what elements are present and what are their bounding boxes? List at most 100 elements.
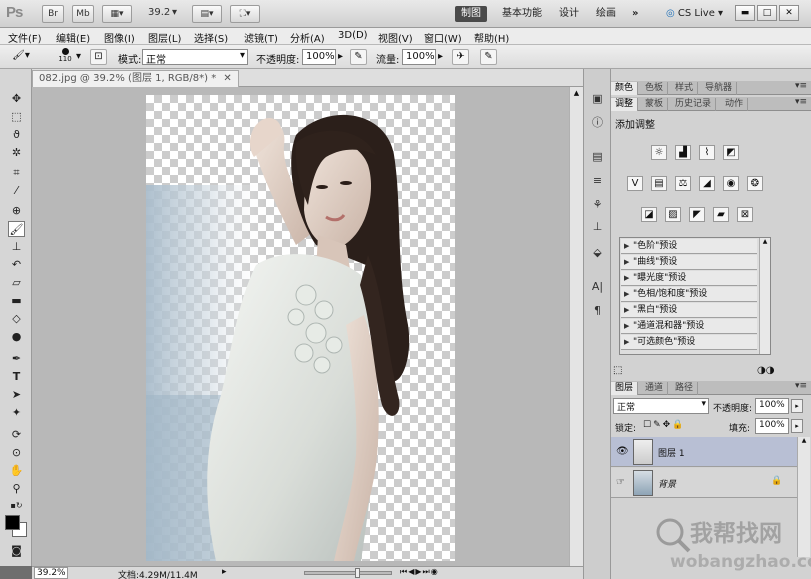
threshold-button[interactable]: ◤	[689, 207, 705, 222]
flow-input[interactable]: 100%	[402, 49, 436, 65]
airbrush-button[interactable]: ✈	[452, 49, 469, 65]
zoom-dropdown-icon[interactable]: ▾	[172, 7, 177, 18]
mini-bridge-button[interactable]: Mb	[72, 5, 94, 23]
brightness-contrast-button[interactable]: ☼	[651, 145, 667, 160]
visibility-eye-icon[interactable]: 👁	[616, 446, 629, 457]
menu-layer[interactable]: 图层(L)	[148, 30, 181, 45]
levels-button[interactable]: ▟	[675, 145, 691, 160]
character-panel-button[interactable]: A|	[589, 279, 606, 295]
panel-menu-icon[interactable]: ▾≡	[795, 81, 807, 91]
image-canvas[interactable]	[146, 95, 455, 561]
default-colors-button[interactable]: ▪↻	[8, 501, 25, 511]
close-button[interactable]: ✕	[779, 5, 799, 21]
marquee-tool[interactable]: ⬚	[8, 109, 25, 125]
menu-window[interactable]: 窗口(W)	[424, 30, 462, 45]
eyedropper-tool[interactable]: ⁄	[8, 183, 25, 199]
flow-dropdown-icon[interactable]: ▸	[438, 51, 443, 62]
mode-select[interactable]: 正常 ▾	[142, 49, 248, 66]
layer-visibility-toggle-icon[interactable]: ◑◑	[757, 365, 774, 376]
zoom-tool[interactable]: ⚲	[8, 481, 25, 497]
menu-filter[interactable]: 滤镜(T)	[244, 30, 278, 45]
workspace-drawing[interactable]: 制图	[455, 6, 487, 22]
lock-icons[interactable]: ☐✎✥🔒	[643, 420, 685, 430]
info-panel-button[interactable]: ⓘ	[589, 115, 606, 131]
shape-tool[interactable]: ✦	[8, 405, 25, 421]
presets-scrollbar[interactable]: ▲	[759, 238, 770, 354]
hand-tool[interactable]: ✋	[8, 463, 25, 479]
color-balance-button[interactable]: ⚖	[675, 176, 691, 191]
tab-paths[interactable]: 路径	[671, 382, 699, 395]
tab-adjustments[interactable]: 调整	[611, 98, 639, 111]
move-tool[interactable]: ✥	[8, 91, 25, 107]
zoom-level[interactable]: 39.2	[148, 7, 170, 18]
clone-source-panel-button[interactable]: ⚘	[589, 197, 606, 213]
blur-tool[interactable]: ◇	[8, 311, 25, 327]
tab-color[interactable]: 颜色	[611, 82, 639, 95]
tab-navigator[interactable]: 导航器	[701, 82, 738, 95]
workspace-painting[interactable]: 绘画	[590, 6, 622, 22]
history-brush-tool[interactable]: ↶	[8, 257, 25, 273]
minimize-button[interactable]: ▬	[735, 5, 755, 21]
3d-rotate-tool[interactable]: ⟳	[8, 427, 25, 443]
status-slider-track[interactable]	[304, 571, 392, 575]
vibrance-button[interactable]: V	[627, 176, 643, 191]
path-selection-tool[interactable]: ➤	[8, 387, 25, 403]
adjustments-menu-icon[interactable]: ▾≡	[795, 97, 807, 107]
fill-input[interactable]: 100%	[755, 418, 789, 434]
paragraph-panel-button[interactable]: ¶	[589, 303, 606, 319]
more-workspaces-button[interactable]: »	[626, 6, 644, 22]
exposure-button[interactable]: ◩	[723, 145, 739, 160]
selective-color-button[interactable]: ⊠	[737, 207, 753, 222]
preset-channel-mixer[interactable]: ▶ "通道混和器"预设	[621, 319, 757, 334]
photo-filter-button[interactable]: ◉	[723, 176, 739, 191]
foreground-color-swatch[interactable]	[5, 515, 20, 530]
tab-layers[interactable]: 图层	[611, 382, 639, 395]
invert-button[interactable]: ◪	[641, 207, 657, 222]
opacity-dropdown-icon[interactable]: ▸	[338, 51, 343, 62]
layer-opacity-slider-button[interactable]: ▸	[791, 399, 803, 413]
document-close-icon[interactable]: ✕	[223, 73, 231, 84]
menu-select[interactable]: 选择(S)	[194, 30, 228, 45]
channel-mixer-button[interactable]: ❂	[747, 176, 763, 191]
status-zoom-field[interactable]: 39.2%	[34, 567, 68, 579]
bridge-button[interactable]: Br	[42, 5, 64, 23]
brush-dropdown-icon[interactable]: ▾	[76, 51, 81, 62]
quick-mask-button[interactable]: ◙	[8, 543, 25, 559]
black-white-button[interactable]: ◢	[699, 176, 715, 191]
status-menu-icon[interactable]: ▸	[222, 567, 227, 577]
eraser-tool[interactable]: ▱	[8, 275, 25, 291]
layer-opacity-input[interactable]: 100%	[755, 398, 789, 414]
spot-healing-tool[interactable]: ⊕	[8, 203, 25, 219]
view-extras-button[interactable]: ▦▾	[102, 5, 132, 23]
size-pressure-button[interactable]: ✎	[480, 49, 497, 65]
brush-preset-picker[interactable]: 110	[56, 47, 74, 67]
3d-panel-button[interactable]: ⬙	[589, 245, 606, 261]
menu-edit[interactable]: 编辑(E)	[56, 30, 90, 45]
dodge-tool[interactable]: ●	[8, 329, 25, 345]
tab-masks[interactable]: 蒙板	[641, 98, 669, 111]
preset-levels[interactable]: ▶ "色阶"预设	[621, 239, 757, 254]
opacity-input[interactable]: 100%	[302, 49, 336, 65]
crop-tool[interactable]: ⌗	[8, 165, 25, 181]
gradient-tool[interactable]: ▬	[8, 293, 25, 309]
blend-mode-select[interactable]: 正常 ▾	[613, 398, 709, 414]
workspace-design[interactable]: 设计	[553, 6, 585, 22]
menu-view[interactable]: 视图(V)	[378, 30, 413, 45]
menu-image[interactable]: 图像(I)	[104, 30, 135, 45]
tab-channels[interactable]: 通道	[641, 382, 669, 395]
screen-mode-button[interactable]: ⛶▾	[230, 5, 260, 23]
layer-row-background[interactable]: ☞ 背景 🔒	[611, 468, 797, 498]
type-tool[interactable]: T	[8, 369, 25, 385]
preset-exposure[interactable]: ▶ "曝光度"预设	[621, 271, 757, 286]
layers-menu-icon[interactable]: ▾≡	[795, 381, 807, 391]
vertical-scrollbar[interactable]: ▲	[569, 87, 583, 566]
posterize-button[interactable]: ▨	[665, 207, 681, 222]
navigator-panel-button[interactable]: ▣	[589, 91, 606, 107]
3d-orbit-tool[interactable]: ⊙	[8, 445, 25, 461]
tab-history[interactable]: 历史记录	[671, 98, 717, 111]
arrange-documents-button[interactable]: ▤▾	[192, 5, 222, 23]
pen-tool[interactable]: ✒	[8, 351, 25, 367]
tool-presets-panel-button[interactable]: ▤	[589, 149, 606, 165]
brushes-panel-button[interactable]: ≡	[589, 173, 606, 189]
quick-selection-tool[interactable]: ✲	[8, 145, 25, 161]
